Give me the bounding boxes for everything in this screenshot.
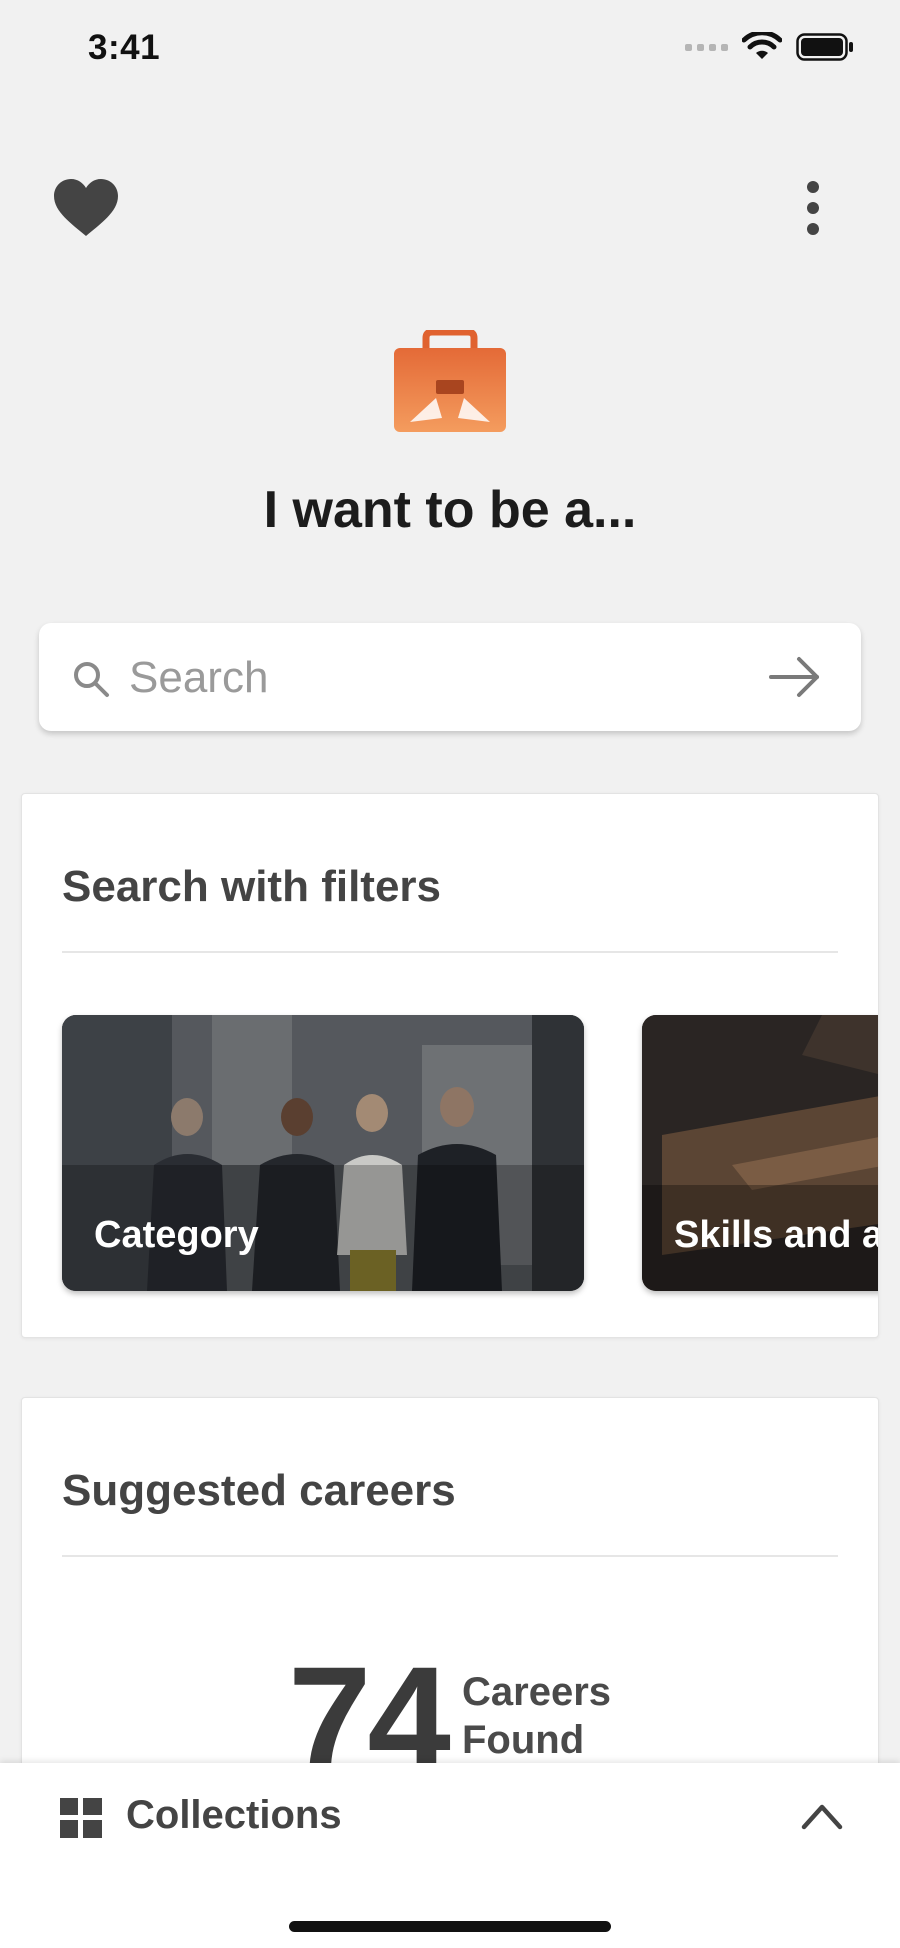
page-title: I want to be a... bbox=[263, 481, 637, 539]
divider bbox=[62, 951, 838, 953]
careers-label-line1: Careers bbox=[462, 1670, 612, 1714]
briefcase-icon bbox=[394, 330, 506, 432]
cellular-signal-icon bbox=[685, 43, 728, 51]
grid-icon bbox=[60, 1798, 102, 1838]
arrow-right-icon[interactable] bbox=[767, 655, 823, 699]
search-input[interactable]: Search bbox=[39, 623, 861, 731]
careers-count-label: Careers Found bbox=[462, 1668, 611, 1764]
collections-sheet[interactable]: Collections bbox=[0, 1763, 900, 1948]
skills-filter-tile[interactable]: Skills and a bbox=[642, 1015, 879, 1291]
status-time: 3:41 bbox=[88, 28, 161, 67]
more-vertical-icon[interactable] bbox=[790, 180, 836, 236]
search-icon bbox=[74, 662, 109, 697]
careers-label-line2: Found bbox=[462, 1718, 585, 1762]
chevron-up-icon[interactable] bbox=[800, 1801, 844, 1831]
status-bar: 3:41 bbox=[0, 0, 900, 100]
filters-card: Search with filters Category Skills and … bbox=[21, 793, 879, 1338]
suggested-title: Suggested careers bbox=[62, 1466, 456, 1515]
divider bbox=[62, 1555, 838, 1557]
category-filter-tile[interactable]: Category bbox=[62, 1015, 584, 1291]
search-placeholder: Search bbox=[129, 653, 269, 702]
wifi-icon bbox=[742, 32, 782, 59]
heart-icon[interactable] bbox=[52, 178, 120, 238]
skills-label: Skills and a bbox=[674, 1214, 879, 1256]
collections-label: Collections bbox=[126, 1793, 342, 1837]
home-indicator bbox=[289, 1921, 611, 1932]
battery-icon bbox=[796, 33, 853, 61]
status-icons bbox=[685, 32, 854, 62]
filters-title: Search with filters bbox=[62, 862, 442, 911]
category-label: Category bbox=[94, 1214, 259, 1256]
